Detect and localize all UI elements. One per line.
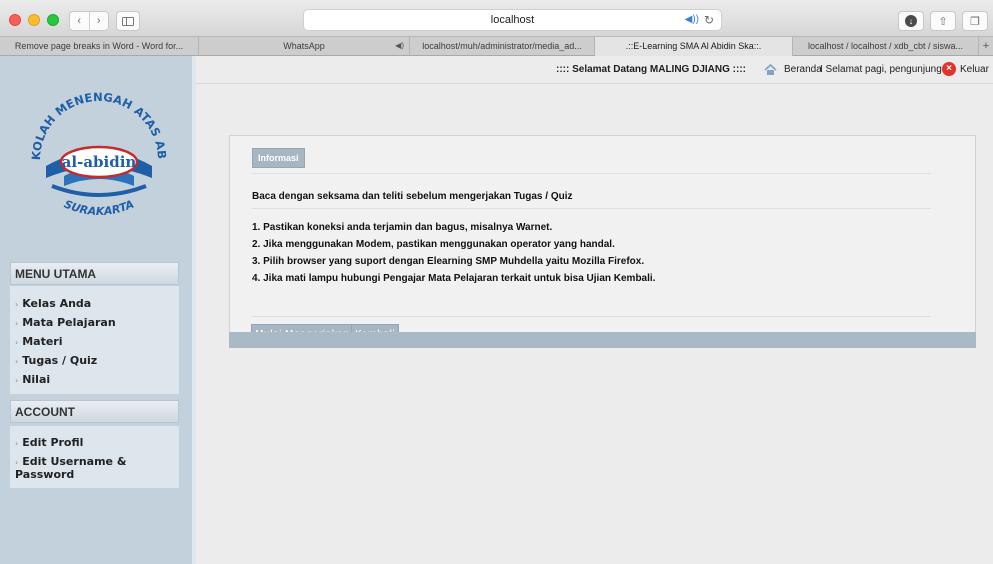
address-bar[interactable]: localhost ◀)) ↻ xyxy=(303,9,722,31)
rule-item: 2. Jika menggunakan Modem, pastikan meng… xyxy=(252,239,615,250)
panel-footer-bar xyxy=(229,332,976,348)
chevron-right-icon: › xyxy=(15,439,19,448)
tab-word[interactable]: Remove page breaks in Word - Word for... xyxy=(0,37,199,56)
menu-item-label: Materi xyxy=(22,335,63,348)
tab-whatsapp[interactable]: WhatsApp ◀) xyxy=(199,37,410,56)
logo-bottom-text: SURAKARTA xyxy=(62,197,136,218)
menu-item-label: Nilai xyxy=(22,373,51,386)
rules-list: 1. Pastikan koneksi anda terjamin dan ba… xyxy=(252,219,655,287)
menu-item-mata-pelajaran[interactable]: › Mata Pelajaran xyxy=(10,314,179,333)
menu-item-nilai[interactable]: › Nilai xyxy=(10,371,179,390)
rule-item: 3. Pilih browser yang suport dengan Elea… xyxy=(252,256,645,267)
menu-item-label-cont: Password xyxy=(15,468,75,481)
sidebar-toggle-button[interactable] xyxy=(116,11,140,31)
topbar-divider xyxy=(196,83,993,84)
share-button[interactable]: ⇧ xyxy=(930,11,956,31)
chevron-right-icon: › xyxy=(15,357,19,366)
info-panel: Informasi Baca dengan seksama dan teliti… xyxy=(229,135,976,348)
menu-item-kelas-anda[interactable]: › Kelas Anda xyxy=(10,295,179,314)
divider xyxy=(252,173,931,174)
divider xyxy=(252,208,931,209)
menu-item-label: Edit Username & xyxy=(22,455,127,468)
logout-link[interactable]: Keluar xyxy=(960,64,989,75)
browser-toolbar: ‹ › localhost ◀)) ↻ ↓ ⇧ ❐ xyxy=(0,0,993,37)
menu-item-label: Tugas / Quiz xyxy=(22,354,98,367)
rule-item: 1. Pastikan koneksi anda terjamin dan ba… xyxy=(252,222,553,233)
downloads-button[interactable]: ↓ xyxy=(898,11,924,31)
menu-utama-heading: MENU UTAMA xyxy=(10,262,179,285)
tab-media-admin[interactable]: localhost/muh/administrator/media_ad... xyxy=(410,37,595,56)
divider xyxy=(252,316,931,317)
address-url: localhost xyxy=(490,14,535,26)
menu-item-edit-profil[interactable]: › Edit Profil xyxy=(10,434,179,453)
sidebar-icon xyxy=(122,16,134,26)
menu-item-label: Kelas Anda xyxy=(22,297,92,310)
chevron-right-icon: › xyxy=(15,300,19,309)
tab-elearning[interactable]: .::E-Learning SMA Al Abidin Ska::. xyxy=(595,37,793,56)
logo-center-text: al-abidin xyxy=(62,153,137,171)
new-tab-button[interactable]: + xyxy=(979,37,993,55)
tab-label: localhost / localhost / xdb_cbt / siswa.… xyxy=(807,41,964,51)
chevron-right-icon: › xyxy=(15,458,19,467)
rule-item: 4. Jika mati lampu hubungi Pengajar Mata… xyxy=(252,273,656,284)
session-greeting: I Selamat pagi, pengunjung... xyxy=(820,64,951,75)
menu-item-tugas-quiz[interactable]: › Tugas / Quiz xyxy=(10,352,179,371)
web-page: SEKOLAH MENENGAH ATAS ABBS al-abidin SUR… xyxy=(0,56,993,564)
chevron-right-icon: › xyxy=(15,319,19,328)
menu-utama-list: › Kelas Anda › Mata Pelajaran › Materi › Tug… xyxy=(10,286,179,394)
menu-item-materi[interactable]: › Materi xyxy=(10,333,179,352)
intro-text: Baca dengan seksama dan teliti sebelum m… xyxy=(252,191,573,202)
sidebar-divider xyxy=(192,56,196,564)
audio-playing-icon[interactable]: ◀)) xyxy=(685,14,699,25)
back-icon[interactable]: ‹ xyxy=(70,12,89,30)
svg-text:SURAKARTA: SURAKARTA xyxy=(62,197,136,218)
tab-audio-icon[interactable]: ◀) xyxy=(395,37,404,55)
menu-item-label: Mata Pelajaran xyxy=(22,316,116,329)
home-icon[interactable] xyxy=(764,63,777,76)
share-icon: ⇧ xyxy=(938,15,948,28)
logout-icon[interactable]: × xyxy=(942,62,956,76)
back-forward-group: ‹ › xyxy=(69,11,109,31)
show-tabs-button[interactable]: ❐ xyxy=(962,11,988,31)
close-window-button[interactable] xyxy=(9,14,21,26)
tab-bar: Remove page breaks in Word - Word for...… xyxy=(0,37,993,56)
tab-label: localhost/muh/administrator/media_ad... xyxy=(422,41,582,51)
tab-label: .::E-Learning SMA Al Abidin Ska::. xyxy=(625,41,762,51)
tab-label: Remove page breaks in Word - Word for... xyxy=(14,41,184,51)
menu-item-label: Edit Profil xyxy=(22,436,84,449)
menu-item-edit-username-password[interactable]: › Edit Username & Password xyxy=(10,456,179,481)
reload-icon[interactable]: ↻ xyxy=(704,13,714,27)
tabs-icon: ❐ xyxy=(970,15,980,28)
tab-phpmyadmin[interactable]: localhost / localhost / xdb_cbt / siswa.… xyxy=(793,37,979,56)
account-heading: ACCOUNT xyxy=(10,400,179,423)
minimize-window-button[interactable] xyxy=(28,14,40,26)
chevron-right-icon: › xyxy=(15,338,19,347)
welcome-text: :::: Selamat Datang MALING DJIANG :::: xyxy=(556,64,746,75)
tab-label: WhatsApp xyxy=(283,41,325,51)
zoom-window-button[interactable] xyxy=(47,14,59,26)
page-topbar: :::: Selamat Datang MALING DJIANG :::: B… xyxy=(196,56,993,84)
account-list: › Edit Profil › Edit Username & Password xyxy=(10,426,179,488)
chevron-right-icon: › xyxy=(15,376,19,385)
home-link[interactable]: Beranda xyxy=(784,64,822,75)
info-tag: Informasi xyxy=(252,148,305,168)
forward-icon[interactable]: › xyxy=(88,12,109,30)
download-icon: ↓ xyxy=(905,15,917,27)
school-logo: SEKOLAH MENENGAH ATAS ABBS al-abidin SUR… xyxy=(24,86,169,218)
